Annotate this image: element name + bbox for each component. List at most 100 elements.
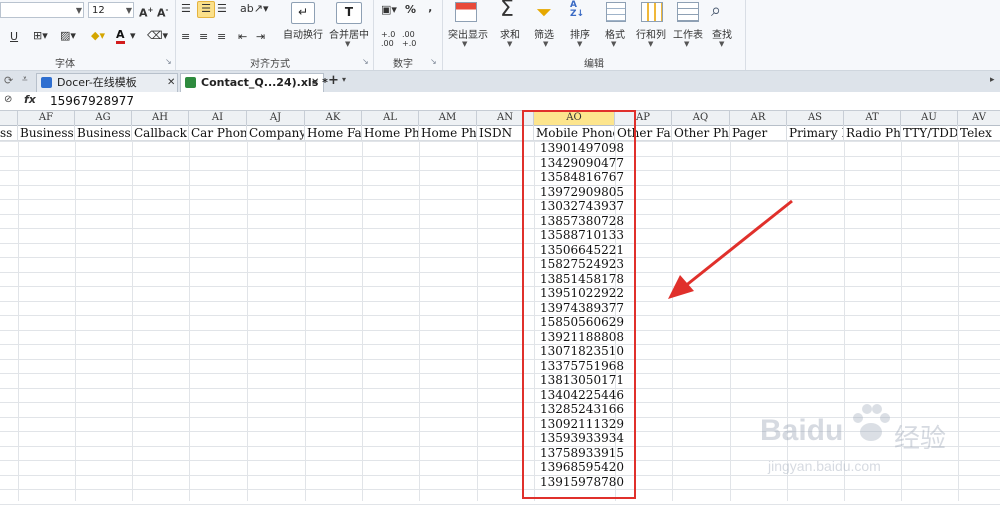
chevron-down-icon[interactable]: ▼ [648,40,653,48]
column-header[interactable]: AV [958,111,1000,125]
wrap-text-button[interactable]: 自动换行 [283,26,323,41]
highlight-color-icon[interactable]: ◆▾ [91,29,105,43]
decrease-decimal-button[interactable]: .00 +.0 [402,30,418,48]
zoom-search-icon[interactable]: ⊘ [4,94,12,105]
border-icon[interactable]: ⊞▾ [33,29,48,43]
decrease-indent-icon[interactable]: ⇤ [238,30,247,44]
shrink-font-icon[interactable]: A- [157,3,168,21]
filter-button[interactable]: 筛选 [534,26,554,41]
column-header[interactable]: AK [305,111,362,125]
align-bottom-icon[interactable]: ☰ [217,2,227,16]
thousands-button[interactable]: ‚ [428,1,432,15]
fill-color-icon[interactable]: ▨▾ [60,29,76,43]
number-dialog-launcher-icon[interactable]: ↘ [430,57,437,66]
orientation-icon[interactable]: ab↗▾ [240,2,268,16]
column-header[interactable]: AG [75,111,132,125]
header-cell[interactable]: Business [75,125,132,141]
column-header[interactable]: AF [18,111,75,125]
font-color-icon[interactable]: A [116,29,125,44]
chevron-down-icon[interactable]: ▾ [130,29,136,43]
chevron-down-icon[interactable]: ▾ [342,75,346,84]
clear-format-icon[interactable]: ⌫▾ [147,29,168,43]
header-cell[interactable]: Home Phon [362,125,419,141]
find-button[interactable]: 查找 [712,26,732,41]
close-icon[interactable]: ✕ [167,74,175,91]
filter-icon[interactable]: ⏷ [536,0,552,24]
sum-button[interactable]: 求和 [500,26,520,41]
column-header[interactable]: AJ [247,111,305,125]
header-cell[interactable]: TTY/TDD P [901,125,958,141]
sum-icon[interactable]: Σ [500,0,514,22]
tab-scroll-icon[interactable]: ▸ [990,75,995,85]
font-size-combo[interactable]: 12 ▼ [88,2,134,18]
align-top-icon[interactable]: ☰ [181,2,191,16]
column-header[interactable]: AR [730,111,787,125]
align-center-icon[interactable]: ≡ [199,30,208,44]
format-button[interactable]: 格式 [605,26,625,41]
align-left-icon[interactable]: ≡ [181,30,190,44]
header-cell[interactable]: Car Phone [189,125,247,141]
header-cell[interactable]: Primary P [787,125,844,141]
tab-contact-xls[interactable]: Contact_Q...24).xls * ✕ [180,73,328,92]
row-column-button[interactable]: 行和列 [636,26,666,41]
align-dialog-launcher-icon[interactable]: ↘ [362,57,369,66]
align-right-icon[interactable]: ≡ [217,30,226,44]
column-header[interactable]: AM [419,111,477,125]
chevron-down-icon[interactable]: ▼ [462,40,467,48]
column-header[interactable]: AT [844,111,901,125]
baidu-watermark: Baidu 经验 jingyan.baidu.com [760,400,990,495]
column-header[interactable]: AS [787,111,844,125]
increase-decimal-button[interactable]: +.0 .00 [381,30,397,48]
column-header[interactable]: AH [132,111,189,125]
increase-indent-icon[interactable]: ⇥ [256,30,265,44]
header-cell[interactable]: ss [0,125,18,141]
highlight-rules-icon[interactable] [455,2,477,22]
fx-icon[interactable]: fx [24,93,36,106]
chevron-down-icon[interactable]: ▼ [345,40,350,48]
chevron-down-icon[interactable]: ▼ [611,40,616,48]
header-cell[interactable]: Business [18,125,75,141]
header-cell[interactable]: Telex [958,125,1000,141]
format-icon[interactable] [606,2,626,22]
history-icon[interactable]: ⟳ [4,74,13,87]
worksheet-icon[interactable] [677,2,699,22]
close-icon[interactable]: ✕ [311,74,319,91]
sort-button[interactable]: 排序 [570,26,590,41]
font-name-combo[interactable]: ▼ [0,2,84,18]
header-cell[interactable]: Home Fax [305,125,362,141]
row-column-icon[interactable] [641,2,663,22]
wrap-text-icon[interactable]: ↵ [291,2,315,24]
column-header[interactable]: AL [362,111,419,125]
header-cell[interactable]: Home Phon [419,125,477,141]
currency-icon[interactable]: ▣▾ [381,3,397,17]
new-tab-icon[interactable]: + [328,73,339,88]
header-cell[interactable]: Other Pho [672,125,730,141]
tab-docer[interactable]: Docer-在线模板 ✕ [36,73,178,92]
column-header[interactable]: AI [189,111,247,125]
column-header-partial[interactable] [0,111,18,125]
highlight-button[interactable]: 突出显示 [448,26,488,41]
grow-font-icon[interactable]: A+ [139,3,153,21]
percent-button[interactable]: % [405,3,416,17]
header-cell[interactable]: Radio Pho [844,125,901,141]
chevron-down-icon[interactable]: ▼ [543,40,548,48]
worksheet-button[interactable]: 工作表 [673,26,703,41]
align-middle-icon[interactable]: ☰ [197,1,215,18]
sort-icon[interactable]: A Z↓ [570,1,588,21]
chevron-down-icon[interactable]: ▼ [719,40,724,48]
header-cell[interactable]: Pager [730,125,787,141]
header-cell[interactable]: Callback [132,125,189,141]
binoculars-icon[interactable]: ⌕ [711,0,721,21]
merge-center-icon[interactable]: T [336,2,362,24]
column-header[interactable]: AQ [672,111,730,125]
font-dialog-launcher-icon[interactable]: ↘ [165,57,172,66]
underline-button[interactable]: U [10,30,18,44]
merge-center-button[interactable]: 合并居中 [329,26,369,41]
tab-menu-icon[interactable]: ⩡ [22,74,28,85]
chevron-down-icon[interactable]: ▼ [684,40,689,48]
header-cell[interactable]: Company M [247,125,305,141]
column-header[interactable]: AU [901,111,958,125]
chevron-down-icon[interactable]: ▼ [577,40,582,48]
chevron-down-icon[interactable]: ▼ [507,40,512,48]
formula-input[interactable]: 15967928977 [50,94,134,108]
